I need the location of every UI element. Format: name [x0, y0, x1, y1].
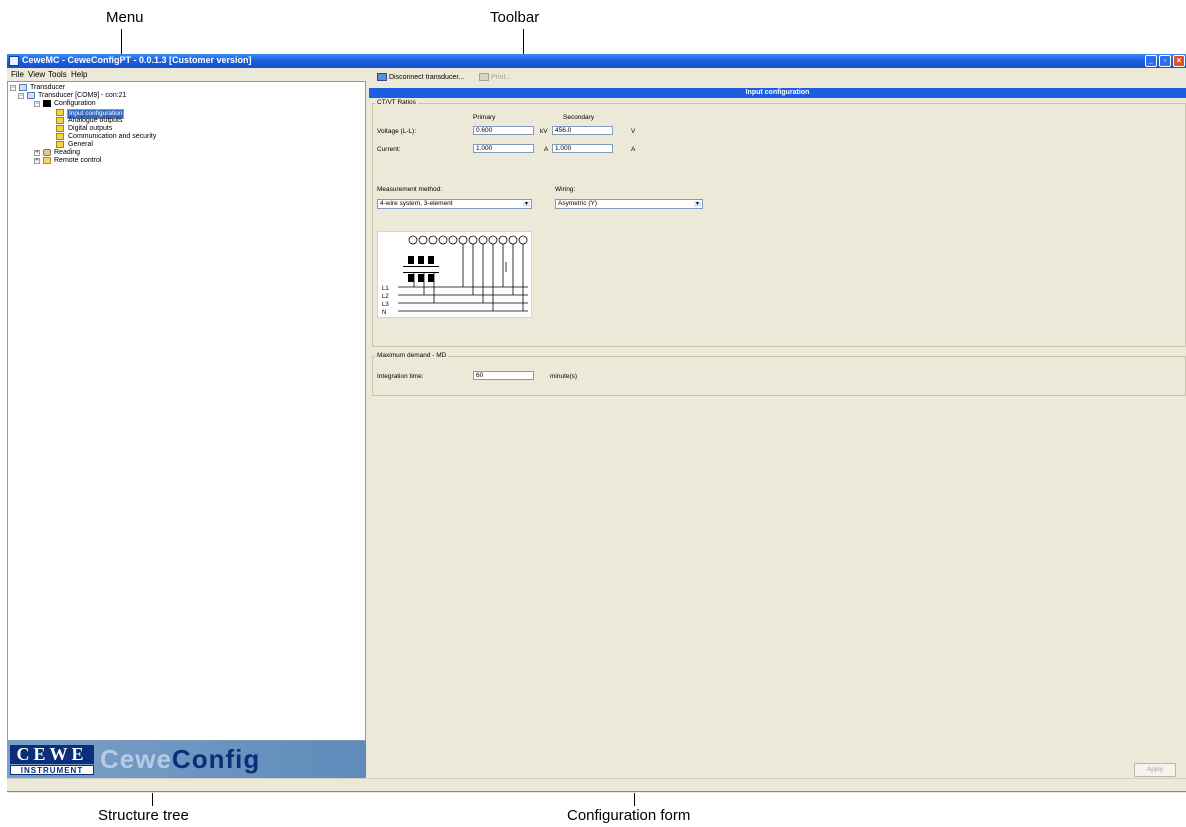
integration-time-input[interactable]: 60: [473, 371, 534, 380]
tree-label-digital-outputs: Digital outputs: [68, 125, 113, 132]
line-label-l1: L1: [382, 286, 389, 292]
maximize-icon[interactable]: ▫: [1159, 55, 1171, 67]
collapse-icon[interactable]: −: [18, 93, 24, 99]
menu-tools[interactable]: Tools: [48, 70, 67, 79]
measurement-method-select[interactable]: 4-wire system, 3-element ▼: [377, 199, 532, 209]
current-primary-unit: A: [544, 146, 549, 153]
minimize-icon[interactable]: _: [1145, 55, 1157, 67]
menu-file[interactable]: File: [11, 70, 24, 79]
disconnect-icon: [377, 73, 387, 82]
check-icon: [56, 109, 64, 116]
window-title: CeweMC - CeweConfigPT - 0.0.1.3 [Custome…: [22, 55, 252, 65]
current-secondary-unit: A: [631, 146, 636, 153]
wiring-label: Wiring:: [555, 186, 576, 193]
menu-help[interactable]: Help: [71, 70, 87, 79]
tree-label-configuration: Configuration: [54, 100, 96, 107]
collapse-icon[interactable]: −: [34, 101, 40, 107]
configuration-form-callout: Configuration form: [567, 807, 691, 824]
ct-vt-ratios-title: CT/VT Ratios: [375, 99, 418, 106]
check-icon: [56, 125, 64, 132]
cewe-subline: INSTRUMENT: [10, 765, 94, 775]
dropdown-arrow-icon[interactable]: ▼: [694, 201, 701, 207]
wiring-select[interactable]: Asymetric (Y) ▼: [555, 199, 703, 209]
secondary-header: Secondary: [563, 114, 595, 121]
measurement-method-value: 4-wire system, 3-element: [380, 200, 453, 207]
status-bar-border: [7, 791, 1186, 792]
toolbar-callout: Toolbar: [490, 9, 540, 26]
toolbar: Disconnect transducer... Print...: [369, 68, 1186, 88]
tree-label-analogue-outputs: Analogue outputs: [68, 117, 123, 124]
expand-icon[interactable]: +: [34, 158, 40, 164]
cewe-brand: CEWE: [10, 745, 94, 764]
voltage-label: Voltage (L-L):: [377, 128, 417, 135]
logo-cewe-part: Cewe: [100, 744, 172, 774]
device-icon: [27, 92, 35, 99]
cewe-logo-banner: CEWE INSTRUMENT CeweConfig: [7, 741, 366, 778]
wiring-diagram-graphic: L1 L2 L3 N: [382, 235, 528, 316]
configuration-form: CT/VT Ratios Primary Secondary Voltage (…: [369, 98, 1186, 778]
panel-header: Input configuration: [369, 88, 1186, 98]
expand-icon[interactable]: +: [34, 150, 40, 156]
wiring-value: Asymetric (Y): [558, 200, 597, 207]
apply-button[interactable]: Apply: [1134, 763, 1176, 777]
disconnect-label: Disconnect transducer...: [389, 74, 465, 81]
collapse-icon[interactable]: −: [10, 85, 16, 91]
title-bar[interactable]: CeweMC - CeweConfigPT - 0.0.1.3 [Custome…: [7, 54, 1186, 68]
dropdown-arrow-icon[interactable]: ▼: [523, 201, 530, 207]
maximum-demand-title: Maximum demand - MD: [375, 352, 449, 359]
tree-label-root: Transducer: [30, 84, 66, 91]
printer-icon: [479, 73, 489, 82]
current-primary-input[interactable]: 1.000: [473, 144, 534, 153]
line-label-n: N: [382, 310, 386, 316]
configuration-icon: [43, 100, 51, 107]
ceweconfig-logo: CeweConfig: [100, 744, 260, 775]
check-icon: [56, 141, 64, 148]
transducer-icon: [19, 84, 27, 91]
line-label-l2: L2: [382, 294, 389, 300]
folder-icon: [43, 157, 51, 164]
logo-config-part: Config: [171, 744, 261, 774]
voltage-primary-unit: kV: [540, 128, 548, 135]
tree-label-communication: Communication and security: [68, 133, 157, 140]
voltage-secondary-unit: V: [631, 128, 636, 135]
measurement-method-label: Measurement method:: [377, 186, 443, 193]
integration-time-unit: minute(s): [550, 373, 578, 380]
check-icon: [56, 117, 64, 124]
tree-label-reading: Reading: [54, 149, 81, 156]
app-icon: [9, 56, 19, 66]
close-icon[interactable]: ×: [1173, 55, 1185, 67]
disconnect-transducer-button[interactable]: Disconnect transducer...: [377, 72, 464, 84]
menu-callout: Menu: [106, 9, 144, 26]
voltage-primary-input[interactable]: 0.600: [473, 126, 534, 135]
current-secondary-input[interactable]: 1.000: [552, 144, 613, 153]
voltage-secondary-input[interactable]: 456.0: [552, 126, 613, 135]
tree-label-general: General: [68, 141, 93, 148]
menu-view[interactable]: View: [28, 70, 45, 79]
integration-time-label: Integration time:: [377, 373, 424, 380]
app-window: CeweMC - CeweConfigPT - 0.0.1.3 [Custome…: [7, 54, 1186, 793]
cewe-instrument-logo: CEWE INSTRUMENT: [10, 745, 94, 775]
structure-tree[interactable]: − Transducer − Transducer [COM9] - con:2…: [7, 81, 366, 741]
structure-tree-callout: Structure tree: [98, 807, 189, 824]
tree-label-device: Transducer [COM9] - con:21: [38, 92, 127, 99]
wiring-diagram: L1 L2 L3 N: [377, 231, 532, 318]
current-label: Current:: [377, 146, 401, 153]
print-button[interactable]: Print...: [479, 72, 511, 84]
print-label: Print...: [491, 74, 512, 81]
menu-bar: File View Tools Help: [7, 68, 368, 81]
line-label-l3: L3: [382, 302, 389, 308]
check-icon: [56, 133, 64, 140]
tree-label-remote-control: Remote control: [54, 157, 102, 164]
primary-header: Primary: [473, 114, 496, 121]
reading-icon: [43, 149, 51, 156]
